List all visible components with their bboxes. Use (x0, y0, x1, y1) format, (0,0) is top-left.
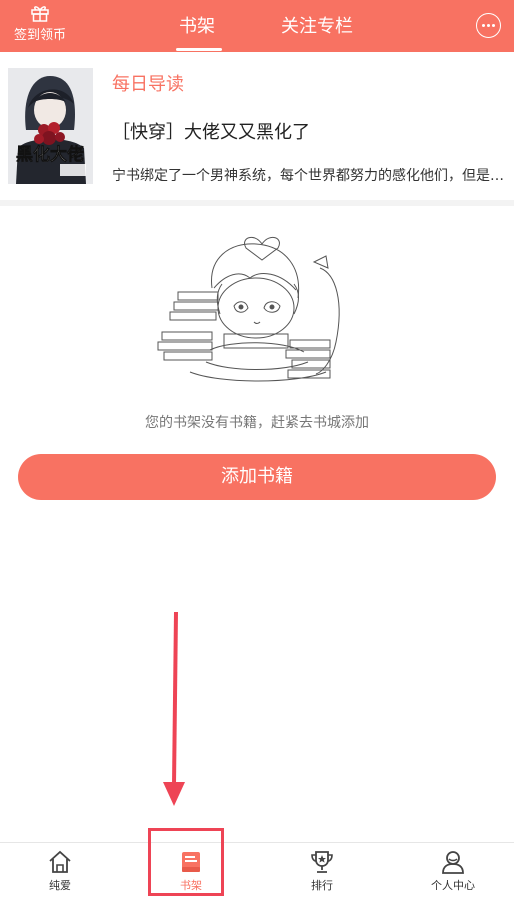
bookshelf-icon (182, 852, 200, 872)
nav-label-bookshelf: 书架 (180, 879, 202, 892)
book-cover: 黑化大佬 (8, 68, 93, 184)
empty-shelf-illustration (157, 236, 340, 382)
nav-label-profile: 个人中心 (431, 879, 475, 892)
gift-icon (31, 6, 49, 22)
book-description: 宁书绑定了一个男神系统，每个世界都努力的感化他们，但是每一次都失败，男神又双黑化… (112, 168, 504, 184)
tab-bookshelf[interactable]: 书架 (179, 12, 215, 38)
nav-item-profile[interactable]: 个人中心 (403, 843, 503, 898)
empty-shelf-message: 您的书架没有书籍，赶紧去书城添加 (145, 415, 369, 431)
checkin-button[interactable]: 签到领币 (8, 4, 72, 48)
active-tab-indicator (176, 48, 222, 51)
more-dots-icon[interactable] (476, 13, 501, 38)
nav-item-bookshelf[interactable]: 书架 (141, 843, 241, 898)
top-bar: 签到领币 书架 关注专栏 (0, 0, 514, 52)
checkin-label: 签到领币 (13, 28, 66, 43)
cover-title-text: 黑化大佬 (16, 144, 84, 165)
nav-item-chunai[interactable]: 纯爱 (10, 843, 110, 898)
daily-guide-card[interactable]: 黑化大佬 每日导读 ［快穿］大佬又又黑化了 宁书绑定了一个男神系统，每个世界都努… (0, 52, 514, 200)
nav-label-ranking: 排行 (311, 879, 333, 892)
book-title: ［快穿］大佬又又黑化了 (112, 122, 310, 143)
trophy-icon (311, 851, 333, 873)
tab-follow-columns[interactable]: 关注专栏 (281, 12, 353, 38)
section-divider (0, 200, 514, 206)
nav-item-ranking[interactable]: 排行 (272, 843, 372, 898)
daily-guide-tag: 每日导读 (112, 74, 184, 95)
user-icon (442, 851, 464, 874)
add-book-button[interactable]: 添加书籍 (18, 454, 496, 500)
nav-label-chunai: 纯爱 (49, 879, 71, 892)
home-icon (49, 850, 71, 873)
bottom-tab-bar: 纯爱 书架 排行 个人中心 (0, 842, 514, 898)
